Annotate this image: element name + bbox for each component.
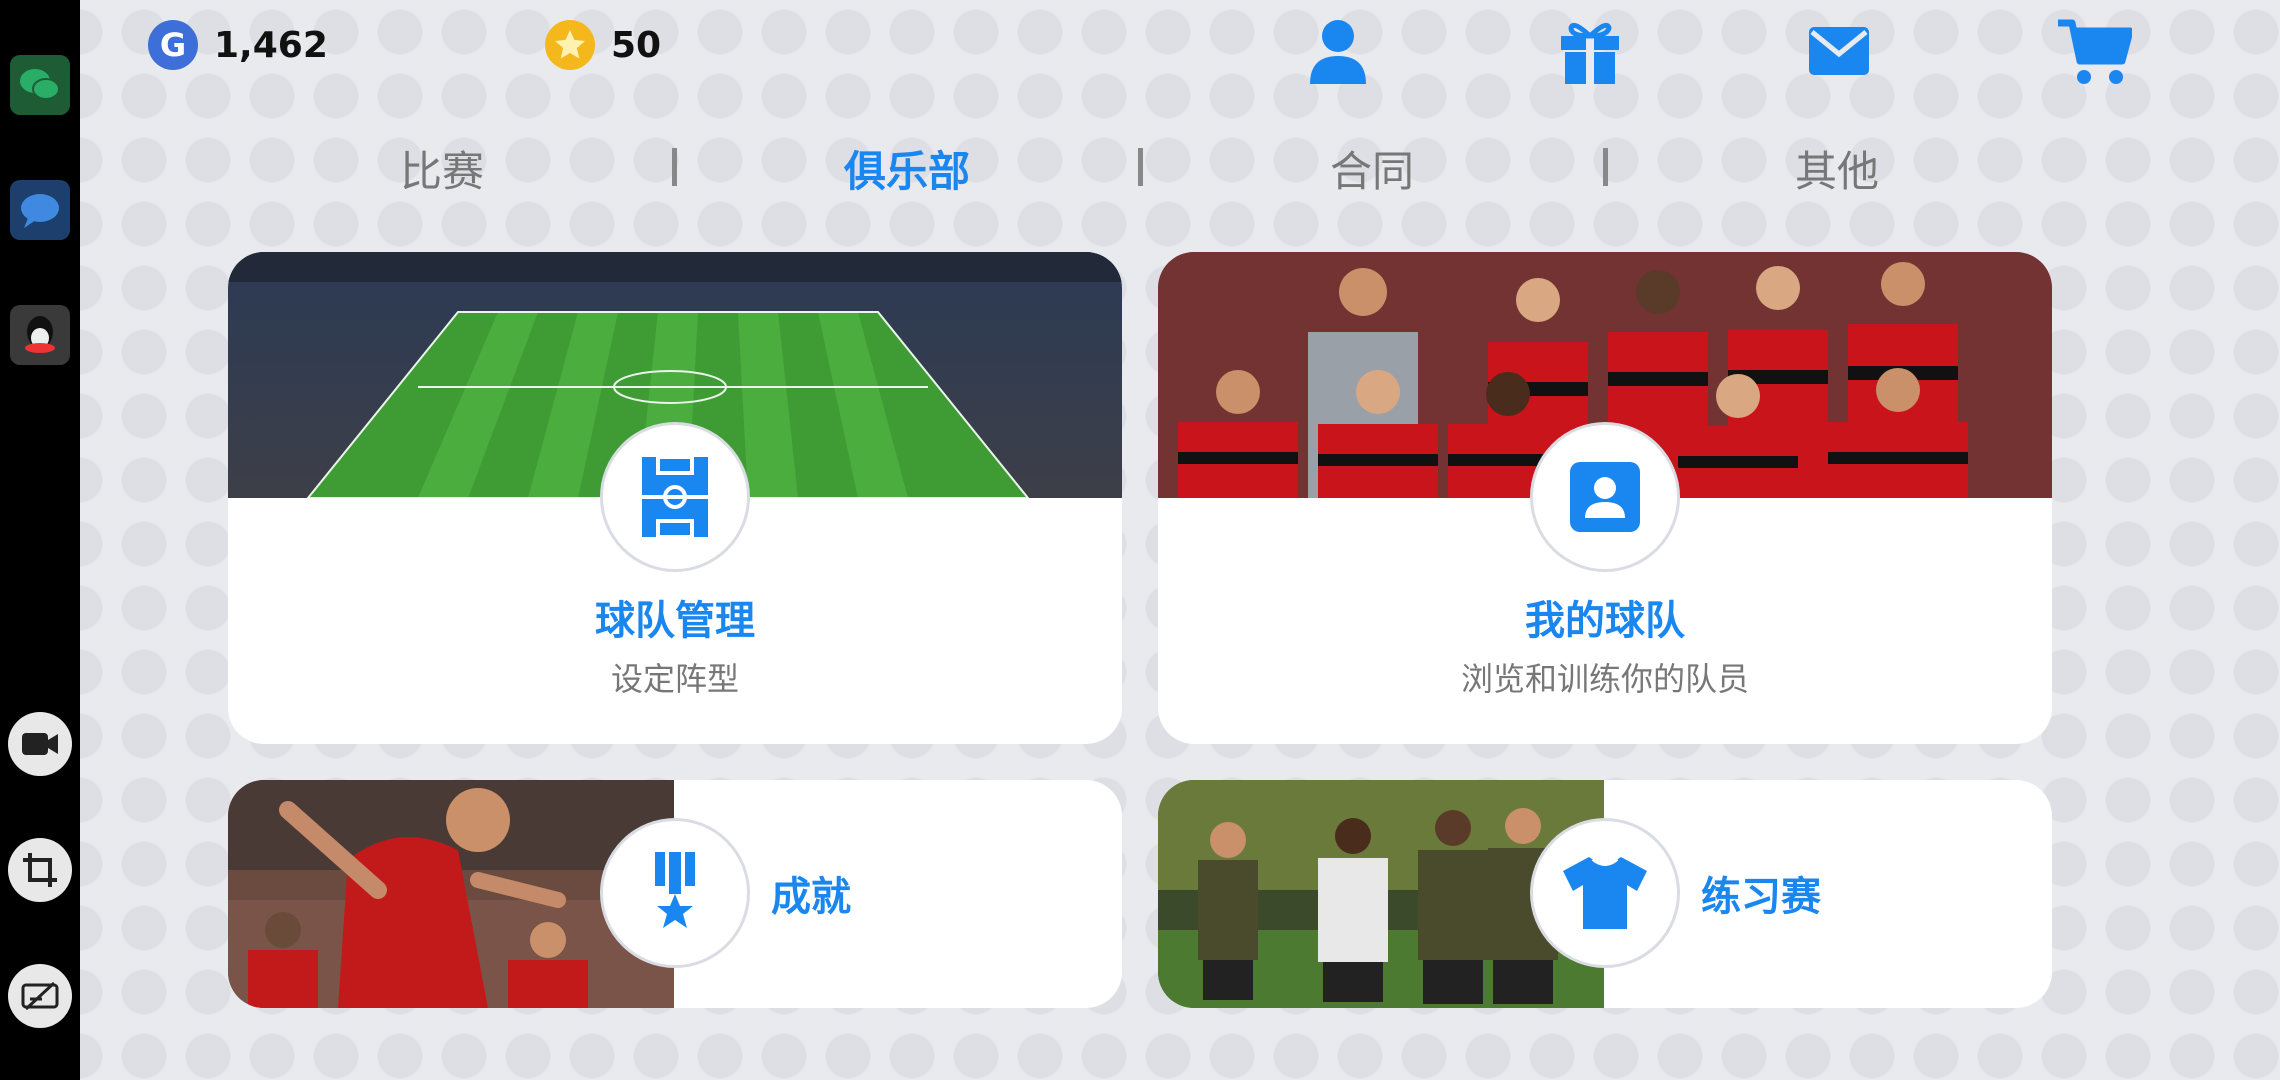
card-title: 球队管理 bbox=[595, 598, 755, 644]
cart-icon[interactable] bbox=[2056, 12, 2134, 90]
system-sidebar bbox=[0, 0, 80, 1080]
gp-value: 1,462 bbox=[214, 24, 328, 66]
qq-icon[interactable] bbox=[10, 305, 70, 365]
tab-divider bbox=[672, 148, 677, 186]
gp-balance: G 1,462 bbox=[148, 20, 328, 70]
gp-icon: G bbox=[148, 20, 198, 70]
tab-other[interactable]: 其他 bbox=[1737, 138, 1937, 199]
wechat-icon[interactable] bbox=[10, 55, 70, 115]
player-card-icon bbox=[1530, 422, 1680, 572]
message-icon[interactable] bbox=[10, 180, 70, 240]
coin-balance: 50 bbox=[545, 20, 661, 70]
tab-match[interactable]: 比赛 bbox=[342, 138, 542, 199]
tab-divider bbox=[1603, 148, 1608, 186]
medal-icon bbox=[600, 818, 750, 968]
star-coin-icon bbox=[545, 20, 595, 70]
card-title: 成就 bbox=[771, 874, 851, 920]
edit-off-icon[interactable] bbox=[8, 964, 72, 1028]
my-team-card[interactable]: 我的球队 浏览和训练你的队员 bbox=[1158, 252, 2052, 744]
tab-club[interactable]: 俱乐部 bbox=[807, 138, 1007, 199]
tab-divider bbox=[1138, 148, 1143, 186]
card-subtitle: 浏览和训练你的队员 bbox=[1460, 660, 1749, 698]
mail-icon[interactable] bbox=[1800, 12, 1878, 90]
crop-icon[interactable] bbox=[8, 838, 72, 902]
card-title: 我的球队 bbox=[1525, 598, 1685, 644]
card-subtitle: 设定阵型 bbox=[610, 660, 739, 698]
coin-value: 50 bbox=[611, 24, 662, 66]
tab-contract[interactable]: 合同 bbox=[1272, 138, 1472, 199]
jersey-icon bbox=[1530, 818, 1680, 968]
card-title: 练习赛 bbox=[1701, 874, 1821, 920]
achievements-card[interactable]: 成就 bbox=[228, 780, 1122, 1008]
team-management-card[interactable]: 球队管理 设定阵型 bbox=[228, 252, 1122, 744]
pitch-icon bbox=[600, 422, 750, 572]
profile-icon[interactable] bbox=[1299, 12, 1377, 90]
gift-icon[interactable] bbox=[1551, 12, 1629, 90]
video-record-icon[interactable] bbox=[8, 712, 72, 776]
practice-match-card[interactable]: 练习赛 bbox=[1158, 780, 2052, 1008]
